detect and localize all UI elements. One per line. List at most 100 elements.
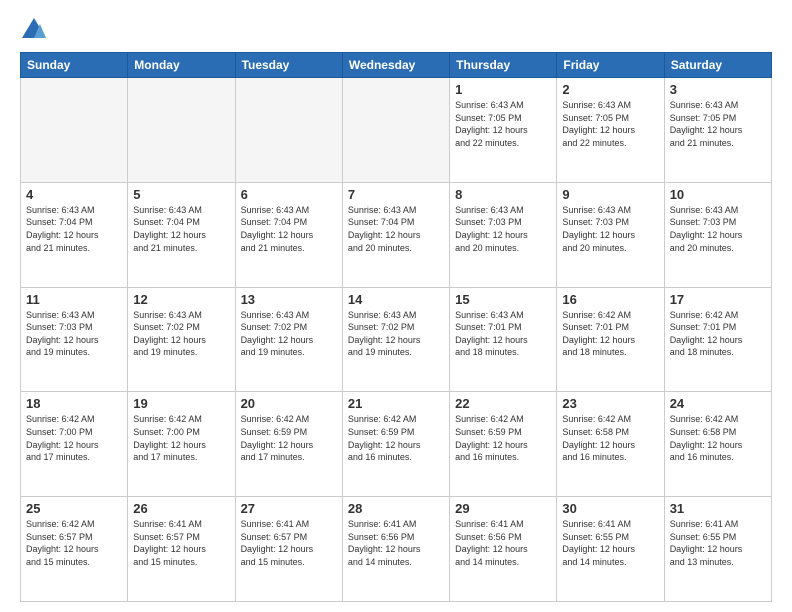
day-cell: 5 Sunrise: 6:43 AM Sunset: 7:04 PM Daylig… (128, 182, 235, 287)
day-cell: 7Sunrise: 6:43 AM Sunset: 7:04 PM Daylig… (342, 182, 449, 287)
day-number: 28 (348, 501, 444, 516)
day-number: 9 (562, 187, 658, 202)
logo (20, 16, 52, 44)
week-row-0: 1 Sunrise: 6:43 AM Sunset: 7:05 PM Daylig… (21, 78, 772, 183)
day-info: Sunrise: 6:43 AM Sunset: 7:03 PM Dayligh… (670, 204, 766, 254)
week-row-3: 18 Sunrise: 6:42 AM Sunset: 7:00 PM Dayli… (21, 392, 772, 497)
day-cell: 23 Sunrise: 6:42 AM Sunset: 6:58 PM Dayli… (557, 392, 664, 497)
day-info: Sunrise: 6:42 AM Sunset: 7:01 PM Dayligh… (562, 309, 658, 359)
week-row-1: 4Sunrise: 6:43 AM Sunset: 7:04 PM Daylig… (21, 182, 772, 287)
day-cell: 15 Sunrise: 6:43 AM Sunset: 7:01 PM Dayli… (450, 287, 557, 392)
day-number: 6 (241, 187, 337, 202)
day-cell: 4Sunrise: 6:43 AM Sunset: 7:04 PM Daylig… (21, 182, 128, 287)
day-number: 19 (133, 396, 229, 411)
day-info: Sunrise: 6:43 AM Sunset: 7:03 PM Dayligh… (26, 309, 122, 359)
day-number: 14 (348, 292, 444, 307)
header-wednesday: Wednesday (342, 53, 449, 78)
day-info: Sunrise: 6:41 AM Sunset: 6:55 PM Dayligh… (562, 518, 658, 568)
day-info: Sunrise: 6:43 AM Sunset: 7:02 PM Dayligh… (348, 309, 444, 359)
day-number: 17 (670, 292, 766, 307)
day-info: Sunrise: 6:41 AM Sunset: 6:55 PM Dayligh… (670, 518, 766, 568)
week-row-2: 11 Sunrise: 6:43 AM Sunset: 7:03 PM Dayli… (21, 287, 772, 392)
day-info: Sunrise: 6:41 AM Sunset: 6:56 PM Dayligh… (348, 518, 444, 568)
day-number: 5 (133, 187, 229, 202)
day-info: Sunrise: 6:43 AM Sunset: 7:02 PM Dayligh… (241, 309, 337, 359)
day-cell: 22 Sunrise: 6:42 AM Sunset: 6:59 PM Dayli… (450, 392, 557, 497)
day-number: 27 (241, 501, 337, 516)
day-number: 1 (455, 82, 551, 97)
day-info: Sunrise: 6:43 AM Sunset: 7:02 PM Dayligh… (133, 309, 229, 359)
day-cell (235, 78, 342, 183)
day-number: 24 (670, 396, 766, 411)
day-info: Sunrise: 6:43 AM Sunset: 7:05 PM Dayligh… (455, 99, 551, 149)
day-cell: 17 Sunrise: 6:42 AM Sunset: 7:01 PM Dayli… (664, 287, 771, 392)
day-number: 25 (26, 501, 122, 516)
day-number: 15 (455, 292, 551, 307)
day-info: Sunrise: 6:42 AM Sunset: 6:58 PM Dayligh… (562, 413, 658, 463)
day-info: Sunrise: 6:43 AM Sunset: 7:01 PM Dayligh… (455, 309, 551, 359)
day-info: Sunrise: 6:43 AM Sunset: 7:04 PM Dayligh… (241, 204, 337, 254)
day-info: Sunrise: 6:42 AM Sunset: 7:00 PM Dayligh… (133, 413, 229, 463)
day-cell: 28 Sunrise: 6:41 AM Sunset: 6:56 PM Dayli… (342, 497, 449, 602)
day-cell: 19 Sunrise: 6:42 AM Sunset: 7:00 PM Dayli… (128, 392, 235, 497)
day-cell: 27Sunrise: 6:41 AM Sunset: 6:57 PM Dayli… (235, 497, 342, 602)
day-info: Sunrise: 6:41 AM Sunset: 6:57 PM Dayligh… (133, 518, 229, 568)
day-cell: 26 Sunrise: 6:41 AM Sunset: 6:57 PM Dayli… (128, 497, 235, 602)
day-cell: 24 Sunrise: 6:42 AM Sunset: 6:58 PM Dayli… (664, 392, 771, 497)
day-cell (21, 78, 128, 183)
day-number: 13 (241, 292, 337, 307)
day-cell (128, 78, 235, 183)
day-cell: 30 Sunrise: 6:41 AM Sunset: 6:55 PM Dayli… (557, 497, 664, 602)
day-number: 2 (562, 82, 658, 97)
day-info: Sunrise: 6:42 AM Sunset: 6:58 PM Dayligh… (670, 413, 766, 463)
day-number: 20 (241, 396, 337, 411)
day-cell (342, 78, 449, 183)
page: SundayMondayTuesdayWednesdayThursdayFrid… (0, 0, 792, 612)
calendar-header-row: SundayMondayTuesdayWednesdayThursdayFrid… (21, 53, 772, 78)
day-cell: 25 Sunrise: 6:42 AM Sunset: 6:57 PM Dayli… (21, 497, 128, 602)
day-number: 23 (562, 396, 658, 411)
day-info: Sunrise: 6:42 AM Sunset: 7:00 PM Dayligh… (26, 413, 122, 463)
day-cell: 6 Sunrise: 6:43 AM Sunset: 7:04 PM Daylig… (235, 182, 342, 287)
day-info: Sunrise: 6:42 AM Sunset: 6:59 PM Dayligh… (241, 413, 337, 463)
day-number: 10 (670, 187, 766, 202)
header (20, 16, 772, 44)
day-info: Sunrise: 6:43 AM Sunset: 7:05 PM Dayligh… (562, 99, 658, 149)
day-cell: 2 Sunrise: 6:43 AM Sunset: 7:05 PM Daylig… (557, 78, 664, 183)
day-cell: 18 Sunrise: 6:42 AM Sunset: 7:00 PM Dayli… (21, 392, 128, 497)
day-number: 31 (670, 501, 766, 516)
day-cell: 21 Sunrise: 6:42 AM Sunset: 6:59 PM Dayli… (342, 392, 449, 497)
day-number: 29 (455, 501, 551, 516)
day-number: 18 (26, 396, 122, 411)
header-friday: Friday (557, 53, 664, 78)
day-number: 16 (562, 292, 658, 307)
day-number: 7 (348, 187, 444, 202)
day-number: 21 (348, 396, 444, 411)
day-info: Sunrise: 6:42 AM Sunset: 6:57 PM Dayligh… (26, 518, 122, 568)
day-info: Sunrise: 6:42 AM Sunset: 6:59 PM Dayligh… (348, 413, 444, 463)
day-info: Sunrise: 6:43 AM Sunset: 7:04 PM Dayligh… (133, 204, 229, 254)
day-number: 8 (455, 187, 551, 202)
header-sunday: Sunday (21, 53, 128, 78)
header-saturday: Saturday (664, 53, 771, 78)
day-number: 26 (133, 501, 229, 516)
day-cell: 1 Sunrise: 6:43 AM Sunset: 7:05 PM Daylig… (450, 78, 557, 183)
day-cell: 14 Sunrise: 6:43 AM Sunset: 7:02 PM Dayli… (342, 287, 449, 392)
day-cell: 8 Sunrise: 6:43 AM Sunset: 7:03 PM Daylig… (450, 182, 557, 287)
day-number: 30 (562, 501, 658, 516)
day-info: Sunrise: 6:42 AM Sunset: 7:01 PM Dayligh… (670, 309, 766, 359)
day-number: 3 (670, 82, 766, 97)
day-info: Sunrise: 6:43 AM Sunset: 7:03 PM Dayligh… (455, 204, 551, 254)
day-cell: 16 Sunrise: 6:42 AM Sunset: 7:01 PM Dayli… (557, 287, 664, 392)
week-row-4: 25 Sunrise: 6:42 AM Sunset: 6:57 PM Dayli… (21, 497, 772, 602)
day-info: Sunrise: 6:41 AM Sunset: 6:56 PM Dayligh… (455, 518, 551, 568)
day-info: Sunrise: 6:42 AM Sunset: 6:59 PM Dayligh… (455, 413, 551, 463)
day-cell: 13 Sunrise: 6:43 AM Sunset: 7:02 PM Dayli… (235, 287, 342, 392)
day-number: 11 (26, 292, 122, 307)
day-number: 22 (455, 396, 551, 411)
day-cell: 20 Sunrise: 6:42 AM Sunset: 6:59 PM Dayli… (235, 392, 342, 497)
header-tuesday: Tuesday (235, 53, 342, 78)
day-info: Sunrise: 6:43 AM Sunset: 7:03 PM Dayligh… (562, 204, 658, 254)
day-cell: 29 Sunrise: 6:41 AM Sunset: 6:56 PM Dayli… (450, 497, 557, 602)
day-cell: 9 Sunrise: 6:43 AM Sunset: 7:03 PM Daylig… (557, 182, 664, 287)
